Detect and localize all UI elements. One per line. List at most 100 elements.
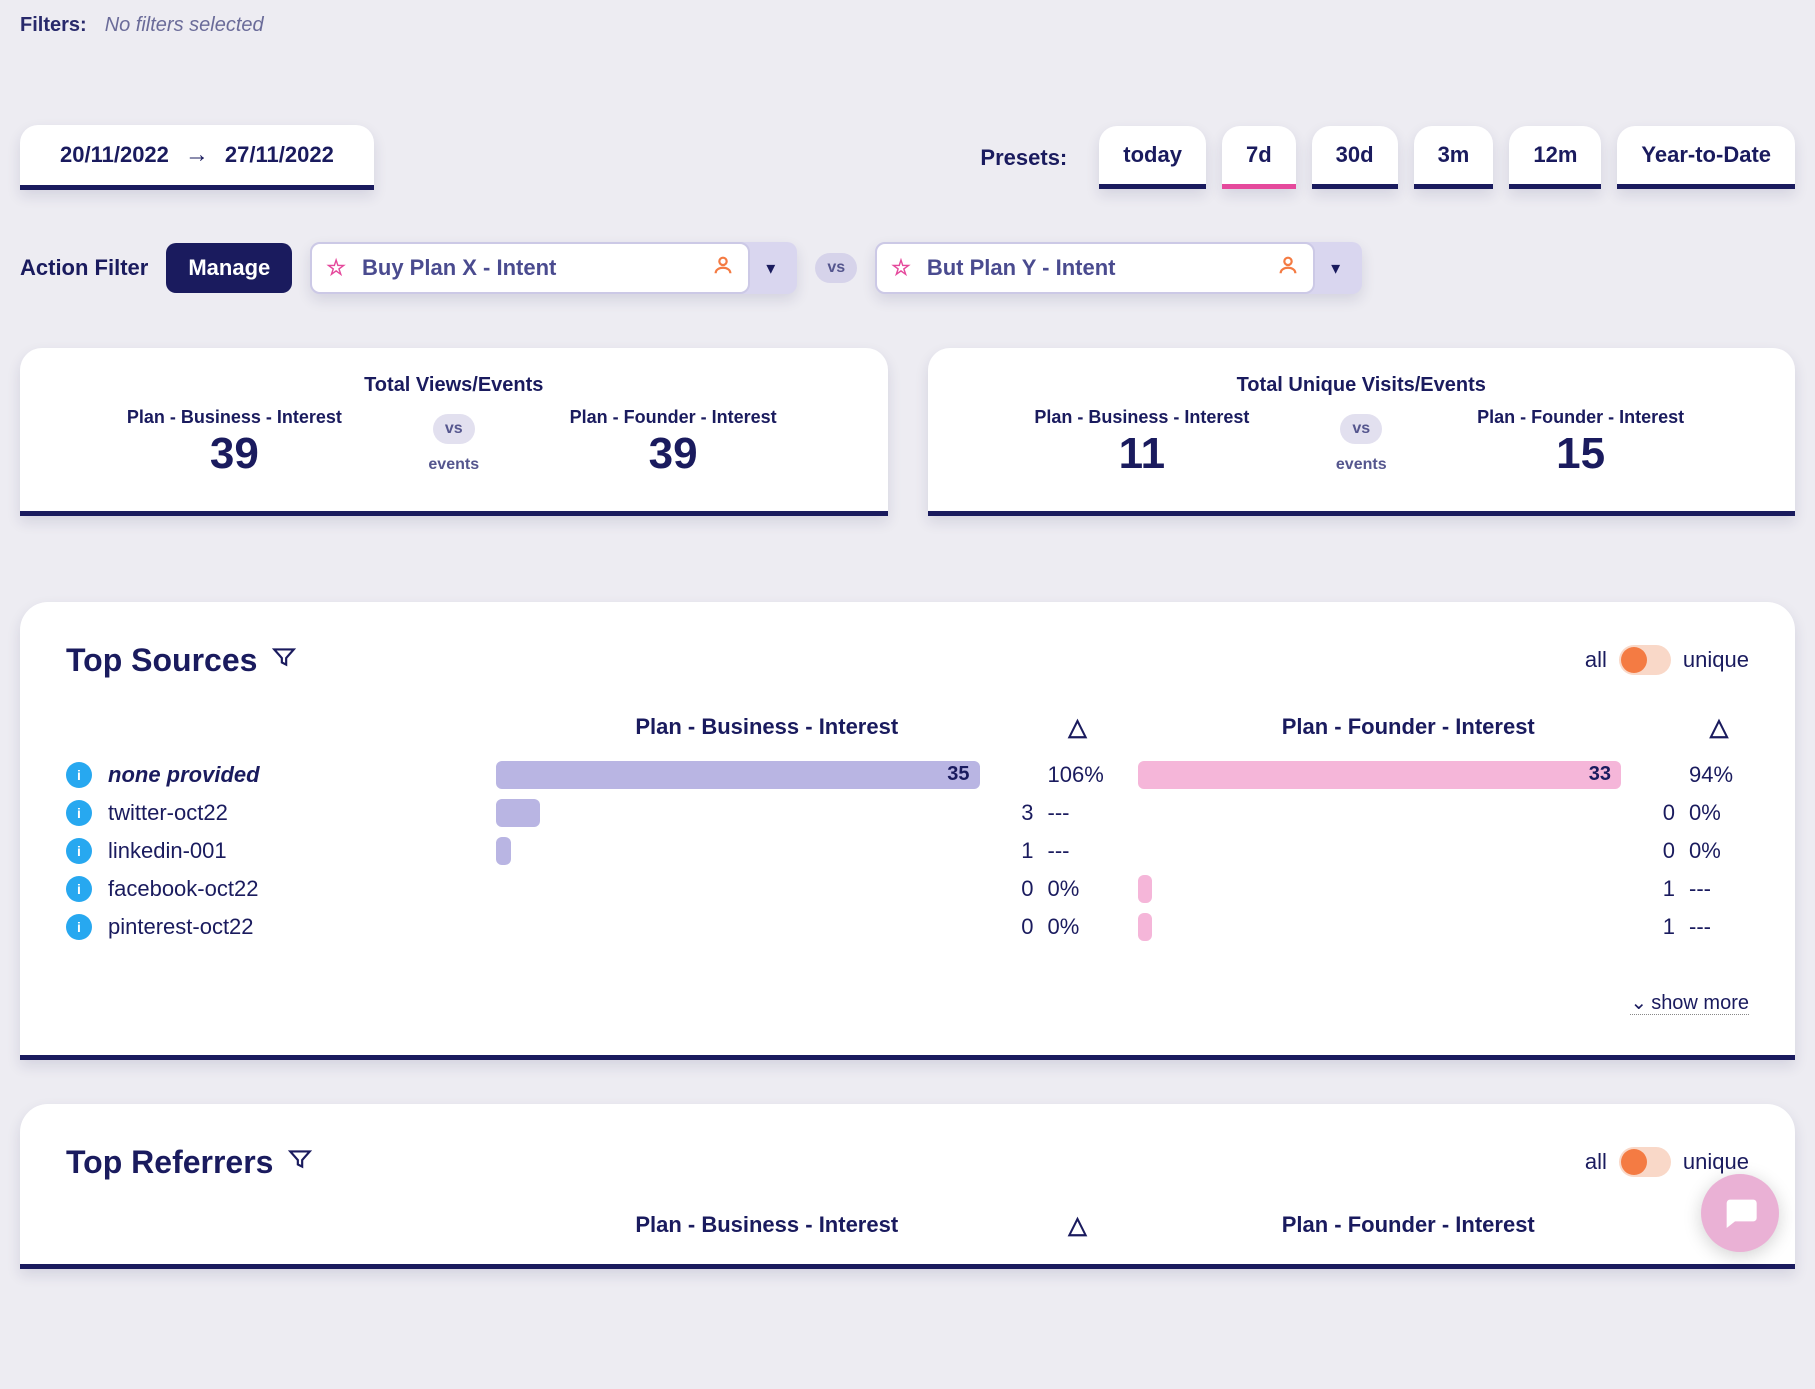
toggle-label-all: all: [1585, 1149, 1607, 1175]
stat-card-title: Total Views/Events: [60, 374, 848, 397]
bar-delta: ---: [1048, 800, 1108, 826]
toggle-label-all: all: [1585, 647, 1607, 673]
bar-value: 0: [994, 914, 1034, 940]
top-sources-card: Top Sources all unique Plan - Business -…: [20, 602, 1795, 1060]
delta-icon: △: [1048, 1211, 1108, 1240]
source-row-label: i none provided: [66, 756, 466, 794]
source-row-label: i pinterest-oct22: [66, 908, 466, 946]
source-name: pinterest-oct22: [108, 914, 254, 940]
bar-delta: 0%: [1048, 876, 1108, 902]
show-more-label: show more: [1651, 992, 1749, 1014]
stat-card-views: Total Views/Events Plan - Business - Int…: [20, 348, 888, 516]
source-name: none provided: [108, 762, 260, 788]
referrers-header-a: Plan - Business - Interest △: [496, 1211, 1108, 1254]
source-bar-cell: 0 0%: [1138, 832, 1750, 870]
source-bar-cell: 0 0%: [496, 908, 1108, 946]
preset-yeartodate[interactable]: Year-to-Date: [1617, 126, 1795, 189]
stat-card-uniques: Total Unique Visits/Events Plan - Busine…: [928, 348, 1796, 516]
action-select-a[interactable]: ☆ Buy Plan X - Intent ▾: [310, 242, 797, 294]
sources-header-b: Plan - Founder - Interest △: [1138, 713, 1750, 756]
manage-button[interactable]: Manage: [166, 243, 292, 293]
star-icon: ☆: [891, 255, 911, 281]
stat-sublabel: events: [428, 456, 479, 474]
source-name: twitter-oct22: [108, 800, 228, 826]
bar-delta: ---: [1048, 838, 1108, 864]
preset-12m[interactable]: 12m: [1509, 126, 1601, 189]
referrers-header-a-label: Plan - Business - Interest: [496, 1212, 1038, 1238]
top-sources-title: Top Sources: [66, 642, 257, 679]
source-bar-cell: 1 ---: [496, 832, 1108, 870]
preset-today[interactable]: today: [1099, 126, 1206, 189]
bar-delta: 106%: [1048, 762, 1108, 788]
bar-fill: [496, 799, 540, 827]
bar-value: 3: [994, 800, 1034, 826]
chevron-down-icon[interactable]: ▾: [1315, 248, 1356, 289]
person-icon: [712, 254, 734, 282]
preset-30d[interactable]: 30d: [1312, 126, 1398, 189]
presets-label: Presets:: [980, 145, 1067, 171]
info-icon[interactable]: i: [66, 838, 92, 864]
bar-delta: ---: [1689, 876, 1749, 902]
toggle-label-unique: unique: [1683, 647, 1749, 673]
bar-fill: [496, 837, 511, 865]
source-bar-cell: 1---: [1138, 870, 1750, 908]
action-select-b[interactable]: ☆ But Plan Y - Intent ▾: [875, 242, 1362, 294]
bar-value: 1: [994, 838, 1034, 864]
bar-fill: 35: [496, 761, 980, 789]
sources-header-b-label: Plan - Founder - Interest: [1138, 714, 1680, 740]
stat-right-label: Plan - Founder - Interest: [1406, 407, 1755, 428]
toggle-switch[interactable]: [1619, 645, 1671, 675]
show-more-link[interactable]: ⌄show more: [1630, 992, 1749, 1015]
source-row-label: i twitter-oct22: [66, 794, 466, 832]
preset-7d[interactable]: 7d: [1222, 126, 1296, 189]
source-bar-cell: 0 0%: [1138, 794, 1750, 832]
star-icon: ☆: [326, 255, 346, 281]
bar-fill: [1138, 913, 1153, 941]
source-name: linkedin-001: [108, 838, 227, 864]
referrers-toggle: all unique: [1585, 1147, 1749, 1177]
toggle-label-unique: unique: [1683, 1149, 1749, 1175]
filter-icon[interactable]: [287, 1146, 313, 1179]
bar-value: 0: [994, 876, 1034, 902]
stat-sublabel: events: [1336, 456, 1387, 474]
bar-delta: 0%: [1689, 800, 1749, 826]
vs-pill: vs: [815, 253, 857, 283]
toggle-switch[interactable]: [1619, 1147, 1671, 1177]
bar-fill: 33: [1138, 761, 1622, 789]
vs-pill: vs: [1340, 414, 1382, 444]
chat-button[interactable]: [1701, 1174, 1779, 1252]
info-icon[interactable]: i: [66, 876, 92, 902]
info-icon[interactable]: i: [66, 800, 92, 826]
stat-card-title: Total Unique Visits/Events: [968, 374, 1756, 397]
action-filter-label: Action Filter: [20, 255, 148, 281]
filters-value: No filters selected: [105, 14, 264, 37]
source-name: facebook-oct22: [108, 876, 258, 902]
stat-right-label: Plan - Founder - Interest: [499, 407, 848, 428]
bar-fill: [1138, 875, 1153, 903]
info-icon[interactable]: i: [66, 762, 92, 788]
vs-pill: vs: [433, 414, 475, 444]
bar-value: 0: [1635, 838, 1675, 864]
source-row-label: i facebook-oct22: [66, 870, 466, 908]
delta-icon: △: [1689, 713, 1749, 742]
date-from: 20/11/2022: [60, 142, 169, 168]
bar-delta: 0%: [1689, 838, 1749, 864]
info-icon[interactable]: i: [66, 914, 92, 940]
source-bar-cell: 35 106%: [496, 756, 1108, 794]
sources-header-a-label: Plan - Business - Interest: [496, 714, 1038, 740]
chevron-down-icon[interactable]: ▾: [750, 248, 791, 289]
referrers-header-b: Plan - Founder - Interest △: [1138, 1211, 1750, 1254]
stats-row: Total Views/Events Plan - Business - Int…: [20, 348, 1795, 516]
bar-delta: 0%: [1048, 914, 1108, 940]
bar-delta: ---: [1689, 914, 1749, 940]
action-filter-row: Action Filter Manage ☆ Buy Plan X - Inte…: [20, 242, 1795, 294]
chevron-down-icon: ⌄: [1630, 992, 1647, 1014]
source-bar-cell: 1---: [1138, 908, 1750, 946]
bar-value: 0: [1635, 800, 1675, 826]
filter-icon[interactable]: [271, 644, 297, 677]
filters-label: Filters:: [20, 14, 87, 37]
preset-3m[interactable]: 3m: [1414, 126, 1494, 189]
stat-left-value: 39: [60, 428, 409, 481]
show-more-wrap: ⌄show more: [66, 990, 1749, 1015]
date-range-picker[interactable]: 20/11/2022 → 27/11/2022: [20, 125, 374, 190]
